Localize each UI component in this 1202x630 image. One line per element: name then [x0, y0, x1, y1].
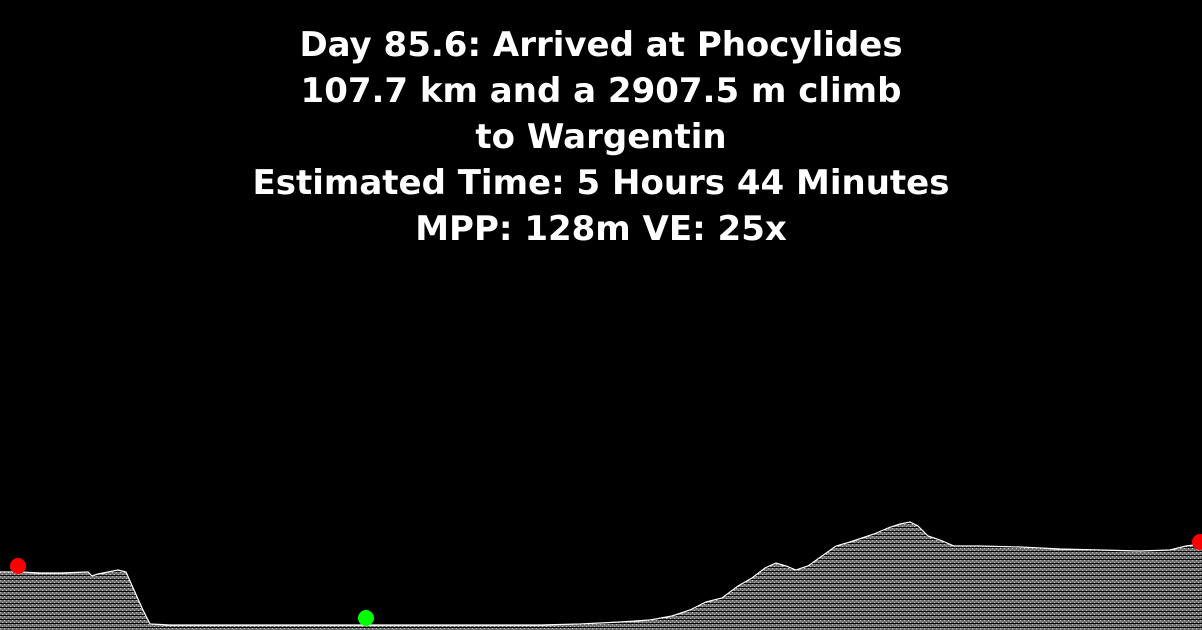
elevation-profile: [0, 521, 1202, 630]
terrain-area: [0, 522, 1202, 630]
current-position-marker: [358, 610, 374, 626]
start-point-marker: [10, 558, 26, 574]
